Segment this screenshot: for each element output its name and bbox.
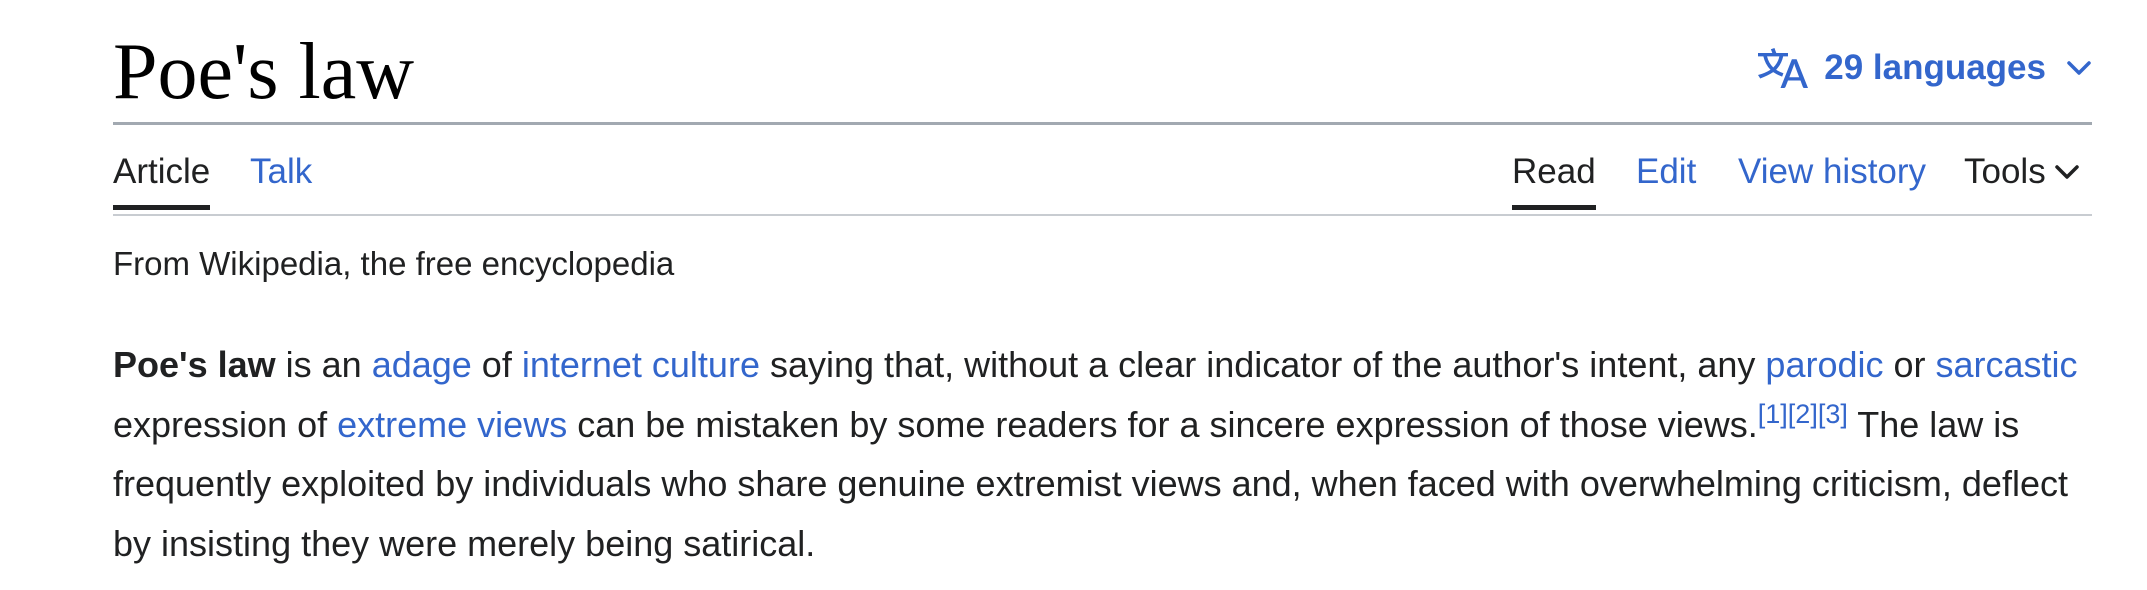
- link-internet-culture[interactable]: internet culture: [522, 344, 760, 385]
- languages-label: 29 languages: [1824, 48, 2046, 87]
- tools-menu[interactable]: Tools: [1964, 148, 2080, 208]
- link-sarcastic[interactable]: sarcastic: [1936, 344, 2078, 385]
- chevron-down-icon: [2066, 59, 2092, 77]
- tab-edit[interactable]: Edit: [1636, 148, 1696, 208]
- tab-talk[interactable]: Talk: [250, 148, 312, 208]
- lead-text: of: [471, 344, 522, 385]
- references: [1][2][3]: [1758, 399, 1848, 429]
- article-subject: Poe's law: [113, 344, 276, 385]
- lead-text: expression of: [113, 403, 338, 445]
- tab-view-history[interactable]: View history: [1738, 148, 1926, 208]
- lead-text: saying that, without a clear indicator o…: [759, 344, 1766, 385]
- lead-paragraph: Poe's law is an adage of internet cultur…: [113, 335, 2103, 573]
- tools-label: Tools: [1964, 152, 2046, 191]
- languages-button[interactable]: 29 languages: [1758, 44, 2092, 92]
- lead-text: is an: [275, 344, 372, 385]
- link-extreme-views[interactable]: extreme views: [337, 404, 567, 445]
- reference-1[interactable]: [1]: [1758, 399, 1788, 429]
- tab-article[interactable]: Article: [113, 148, 211, 210]
- chevron-down-icon: [2054, 163, 2080, 181]
- site-tagline: From Wikipedia, the free encyclopedia: [113, 245, 675, 282]
- reference-3[interactable]: [3]: [1818, 399, 1848, 429]
- page-title: Poe's law: [113, 28, 415, 116]
- lead-text: or: [1883, 344, 1936, 385]
- lead-text: can be mistaken by some readers for a si…: [567, 403, 1758, 445]
- link-adage[interactable]: adage: [372, 344, 472, 385]
- link-parodic[interactable]: parodic: [1765, 344, 1883, 385]
- title-divider: [113, 122, 2092, 125]
- tab-read[interactable]: Read: [1512, 148, 1596, 210]
- tabs-divider: [113, 214, 2092, 216]
- reference-2[interactable]: [2]: [1788, 399, 1818, 429]
- translate-icon: [1758, 43, 1809, 93]
